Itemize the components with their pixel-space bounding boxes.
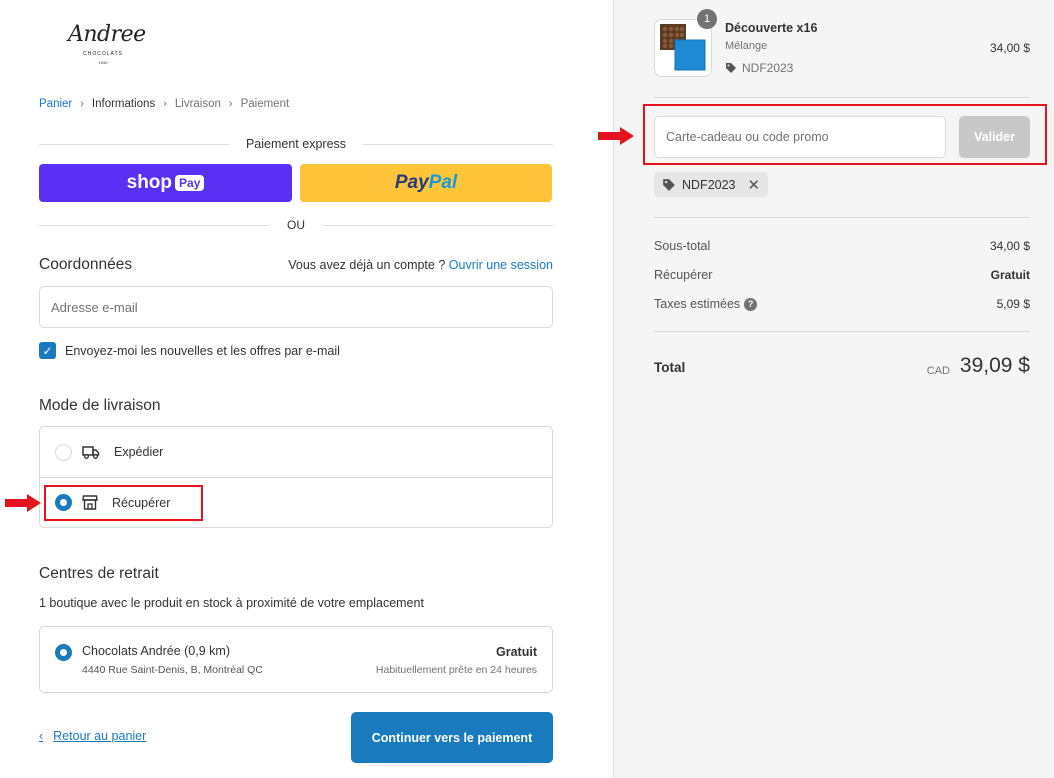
- store-price: Gratuit: [496, 645, 537, 659]
- account-prompt: Vous avez déjà un compte ? Ouvrir une se…: [288, 258, 553, 272]
- contact-title: Coordonnées: [39, 256, 133, 273]
- pickup-title: Centres de retrait: [39, 565, 159, 582]
- chevron-right-icon: ›: [228, 98, 233, 110]
- arrow-right-icon: [5, 494, 41, 512]
- store-option[interactable]: Chocolats Andrée (0,9 km) 4440 Rue Saint…: [39, 626, 553, 693]
- pickup-value: Gratuit: [990, 268, 1030, 282]
- subtotal-row: Sous-total 34,00 $: [654, 239, 1030, 253]
- shop-pay-button[interactable]: shop Pay: [39, 164, 292, 202]
- store-ready-time: Habituellement prête en 24 heures: [375, 664, 537, 676]
- pickup-label: Récupérer: [654, 268, 713, 282]
- breadcrumb-cart[interactable]: Panier: [39, 98, 72, 110]
- delivery-option-label: Expédier: [114, 445, 164, 459]
- total-label: Total: [654, 360, 686, 375]
- product-name: Découverte x16: [725, 21, 818, 35]
- shop-pay-pill: Pay: [175, 175, 205, 191]
- brand-subtitle: CHOCOLATS: [83, 51, 123, 57]
- store-radio[interactable]: [55, 644, 72, 661]
- help-icon[interactable]: ?: [744, 298, 758, 312]
- subtotal-label: Sous-total: [654, 239, 711, 253]
- tag-icon: [726, 63, 736, 73]
- taxes-label-wrap: Taxes estimées?: [654, 297, 758, 312]
- login-link[interactable]: Ouvrir une session: [449, 258, 553, 272]
- back-label: Retour au panier: [53, 729, 147, 743]
- ship-radio[interactable]: [55, 443, 72, 461]
- continue-to-payment-button[interactable]: Continuer vers le paiement: [351, 712, 553, 763]
- newsletter-label: Envoyez-moi les nouvelles et les offres …: [65, 343, 340, 358]
- divider: [654, 331, 1030, 332]
- newsletter-checkbox[interactable]: ✓: [39, 342, 56, 359]
- truck-icon: [82, 446, 100, 459]
- breadcrumb-shipping: Livraison: [174, 98, 221, 110]
- delivery-option-ship[interactable]: Expédier: [40, 427, 552, 477]
- account-prompt-text: Vous avez déjà un compte ?: [288, 258, 446, 272]
- taxes-row: Taxes estimées? 5,09 $: [654, 297, 1030, 312]
- newsletter-option[interactable]: ✓ Envoyez-moi les nouvelles et les offre…: [39, 342, 340, 359]
- breadcrumb-payment: Paiement: [240, 98, 290, 110]
- shop-pay-label: shop: [126, 172, 173, 193]
- applied-code: NDF2023: [682, 177, 736, 192]
- quantity-badge: 1: [697, 9, 717, 29]
- taxes-value: 5,09 $: [996, 297, 1030, 311]
- or-divider: OU: [39, 218, 553, 232]
- brand-year: 1940: [98, 60, 108, 65]
- paypal-label-part2: Pal: [428, 172, 458, 193]
- product-discount-code: NDF2023: [742, 61, 794, 75]
- product-discount: NDF2023: [725, 61, 793, 75]
- applied-code-chip: NDF2023 ✕: [654, 172, 769, 197]
- pickup-row: Récupérer Gratuit: [654, 268, 1030, 282]
- pickup-description: 1 boutique avec le produit en stock à pr…: [39, 596, 424, 610]
- close-icon[interactable]: ✕: [748, 176, 761, 194]
- brand-name: Andree: [68, 22, 146, 47]
- highlight-box: [44, 485, 203, 521]
- store-address: 4440 Rue Saint-Denis, B, Montréal QC: [82, 664, 263, 676]
- product-variant: Mélange: [725, 40, 768, 52]
- paypal-label-part1: Pay: [394, 172, 429, 193]
- arrow-right-icon: [598, 127, 634, 145]
- brand-logo[interactable]: Andree CHOCOLATS 1940: [68, 22, 146, 65]
- order-summary: 1 Découverte x16 Mélange NDF2023 34,00 $…: [598, 0, 1054, 778]
- total-currency: CAD: [926, 365, 950, 377]
- back-to-cart-link[interactable]: ‹ Retour au panier: [39, 729, 146, 743]
- chevron-right-icon: ›: [163, 98, 167, 110]
- divider: [654, 217, 1030, 218]
- tag-icon: [663, 178, 675, 191]
- total-amount: 39,09 $: [959, 354, 1030, 377]
- highlight-box: [643, 104, 1047, 165]
- store-name: Chocolats Andrée (0,9 km): [82, 644, 230, 658]
- breadcrumb-information: Informations: [91, 98, 156, 110]
- express-checkout-title: Paiement express: [39, 137, 553, 151]
- checkout-main: Andree CHOCOLATS 1940 Panier › Informati…: [0, 0, 613, 778]
- delivery-title: Mode de livraison: [39, 397, 161, 414]
- paypal-button[interactable]: Pay Pal: [300, 164, 552, 202]
- taxes-label: Taxes estimées: [654, 297, 741, 311]
- breadcrumb: Panier › Informations › Livraison › Paie…: [39, 98, 289, 110]
- subtotal-value: 34,00 $: [989, 239, 1030, 253]
- divider: [654, 97, 1030, 98]
- chevron-right-icon: ›: [80, 98, 84, 110]
- email-field[interactable]: [39, 286, 553, 328]
- product-price: 34,00 $: [989, 41, 1030, 55]
- chevron-left-icon: ‹: [39, 729, 44, 743]
